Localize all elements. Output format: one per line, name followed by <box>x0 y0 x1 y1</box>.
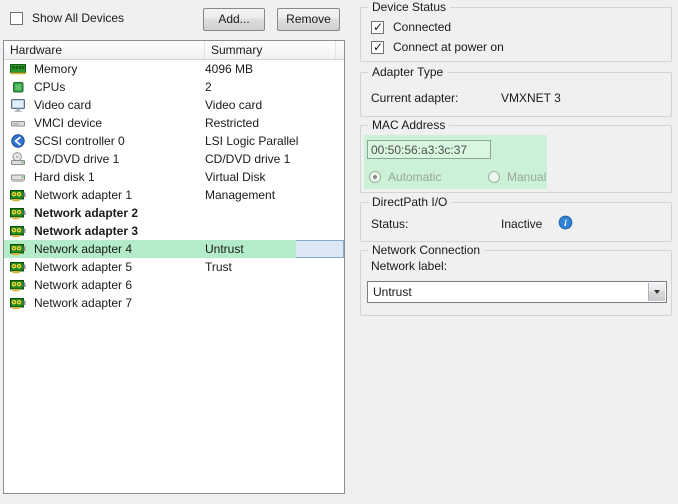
table-row[interactable]: VMCI device Restricted <box>4 114 344 132</box>
directpath-io-group: DirectPath I/O Status: Inactive i <box>360 195 672 242</box>
hardware-name: Video card <box>34 98 92 112</box>
hardware-name: SCSI controller 0 <box>34 134 125 148</box>
show-all-devices-row: Show All Devices <box>10 11 124 25</box>
table-row[interactable]: Network adapter 1 Management <box>4 186 344 204</box>
dropdown-button[interactable] <box>648 283 665 301</box>
network-adapter-icon <box>10 205 26 221</box>
hardware-name: CPUs <box>34 80 66 94</box>
network-adapter-icon <box>10 277 26 293</box>
column-header-hardware[interactable]: Hardware <box>4 41 205 59</box>
hardware-name: Network adapter 5 <box>34 260 133 274</box>
hardware-summary: CD/DVD drive 1 <box>205 152 291 166</box>
table-row[interactable]: Network adapter 2 <box>4 204 344 222</box>
cpu-icon <box>10 79 26 95</box>
current-adapter-value: VMXNET 3 <box>501 91 561 105</box>
chevron-down-icon <box>654 290 660 294</box>
hardware-summary: Untrust <box>205 242 244 256</box>
adapter-type-group: Adapter Type Current adapter: VMXNET 3 <box>360 65 672 117</box>
network-adapter-icon <box>10 223 26 239</box>
hardware-name: CD/DVD drive 1 <box>34 152 120 166</box>
video-card-icon <box>10 97 26 113</box>
connected-checkbox[interactable] <box>371 20 384 34</box>
table-row[interactable]: Network adapter 7 <box>4 294 344 312</box>
table-row[interactable]: Network adapter 3 <box>4 222 344 240</box>
connected-label: Connected <box>393 20 452 34</box>
mac-automatic-label: Automatic <box>388 170 442 184</box>
mac-manual-label: Manual <box>507 170 547 184</box>
hardware-list-header: Hardware Summary <box>4 41 344 60</box>
network-label-dropdown[interactable]: Untrust <box>367 281 667 303</box>
table-row[interactable]: CPUs 2 <box>4 78 344 96</box>
hardware-summary: Restricted <box>205 116 260 130</box>
info-icon[interactable]: i <box>558 215 573 230</box>
table-row[interactable]: Memory 4096 MB <box>4 60 344 78</box>
current-adapter-label: Current adapter: <box>371 91 459 105</box>
mac-manual-option: Manual <box>488 170 546 184</box>
vmci-device-icon <box>10 115 26 131</box>
connect-at-power-on-option[interactable]: Connect at power on <box>371 40 504 54</box>
hardware-name: Hard disk 1 <box>34 170 95 184</box>
memory-icon <box>10 61 26 77</box>
network-adapter-icon <box>10 295 26 311</box>
hardware-name: VMCI device <box>34 116 103 130</box>
mac-automatic-option: Automatic <box>369 170 441 184</box>
hardware-summary: Virtual Disk <box>205 170 266 184</box>
connect-at-power-on-checkbox[interactable] <box>371 40 384 54</box>
column-header-summary[interactable]: Summary <box>205 41 336 59</box>
svg-text:i: i <box>564 218 567 229</box>
network-connection-group: Network Connection Network label: Untrus… <box>360 243 672 316</box>
hardware-summary: Video card <box>205 98 263 112</box>
mac-address-title: MAC Address <box>368 118 450 132</box>
table-row[interactable]: CD/DVD drive 1 CD/DVD drive 1 <box>4 150 344 168</box>
show-all-devices-label: Show All Devices <box>32 11 125 25</box>
hardware-name: Memory <box>34 62 78 76</box>
directpath-status-label: Status: <box>371 217 409 231</box>
hardware-name: Network adapter 4 <box>34 242 133 256</box>
mac-address-group: MAC Address Automatic Manual <box>360 118 672 193</box>
hardware-list: Hardware Summary Memory 4096 MB CPUs 2 Video… <box>3 40 345 494</box>
hardware-summary: 4096 MB <box>205 62 254 76</box>
hardware-name: Network adapter 2 <box>34 206 139 220</box>
hardware-name: Network adapter 7 <box>34 296 133 310</box>
table-row[interactable]: SCSI controller 0 LSI Logic Parallel <box>4 132 344 150</box>
network-adapter-icon <box>10 259 26 275</box>
hardware-summary: Trust <box>205 260 232 274</box>
table-row[interactable]: Network adapter 4 Untrust <box>4 240 344 258</box>
network-label-selected-value: Untrust <box>373 285 412 299</box>
table-row[interactable]: Network adapter 6 <box>4 276 344 294</box>
network-adapter-icon <box>10 241 26 257</box>
connect-at-power-on-label: Connect at power on <box>393 40 504 54</box>
directpath-status-value: Inactive <box>501 217 543 231</box>
hardware-name: Network adapter 6 <box>34 278 133 292</box>
hardware-name: Network adapter 1 <box>34 188 133 202</box>
device-status-group: Device Status Connected Connect at power… <box>360 0 672 62</box>
hard-disk-icon <box>10 169 26 185</box>
mac-manual-radio <box>488 171 500 183</box>
connected-option[interactable]: Connected <box>371 20 451 34</box>
remove-button[interactable]: Remove <box>277 8 340 31</box>
device-status-title: Device Status <box>368 0 451 14</box>
directpath-io-title: DirectPath I/O <box>368 195 452 209</box>
column-header-spacer <box>336 41 344 59</box>
network-connection-title: Network Connection <box>368 243 485 257</box>
hardware-summary: 2 <box>205 80 212 94</box>
mac-address-field <box>367 140 491 159</box>
table-row[interactable]: Network adapter 5 Trust <box>4 258 344 276</box>
hardware-rows: Memory 4096 MB CPUs 2 Video card Video card VM… <box>4 60 344 312</box>
scsi-controller-icon <box>10 133 26 149</box>
show-all-devices-checkbox[interactable] <box>10 11 23 25</box>
add-button[interactable]: Add... <box>203 8 265 31</box>
cd-dvd-drive-icon <box>10 151 26 167</box>
network-label-caption: Network label: <box>371 259 448 273</box>
adapter-type-title: Adapter Type <box>368 65 448 79</box>
table-row[interactable]: Hard disk 1 Virtual Disk <box>4 168 344 186</box>
hardware-summary: LSI Logic Parallel <box>205 134 299 148</box>
mac-automatic-radio <box>369 171 381 183</box>
vm-properties-hardware-panel: Show All Devices Add... Remove Hardware … <box>0 0 678 504</box>
network-adapter-icon <box>10 187 26 203</box>
hardware-name: Network adapter 3 <box>34 224 139 238</box>
hardware-summary: Management <box>205 188 276 202</box>
table-row[interactable]: Video card Video card <box>4 96 344 114</box>
